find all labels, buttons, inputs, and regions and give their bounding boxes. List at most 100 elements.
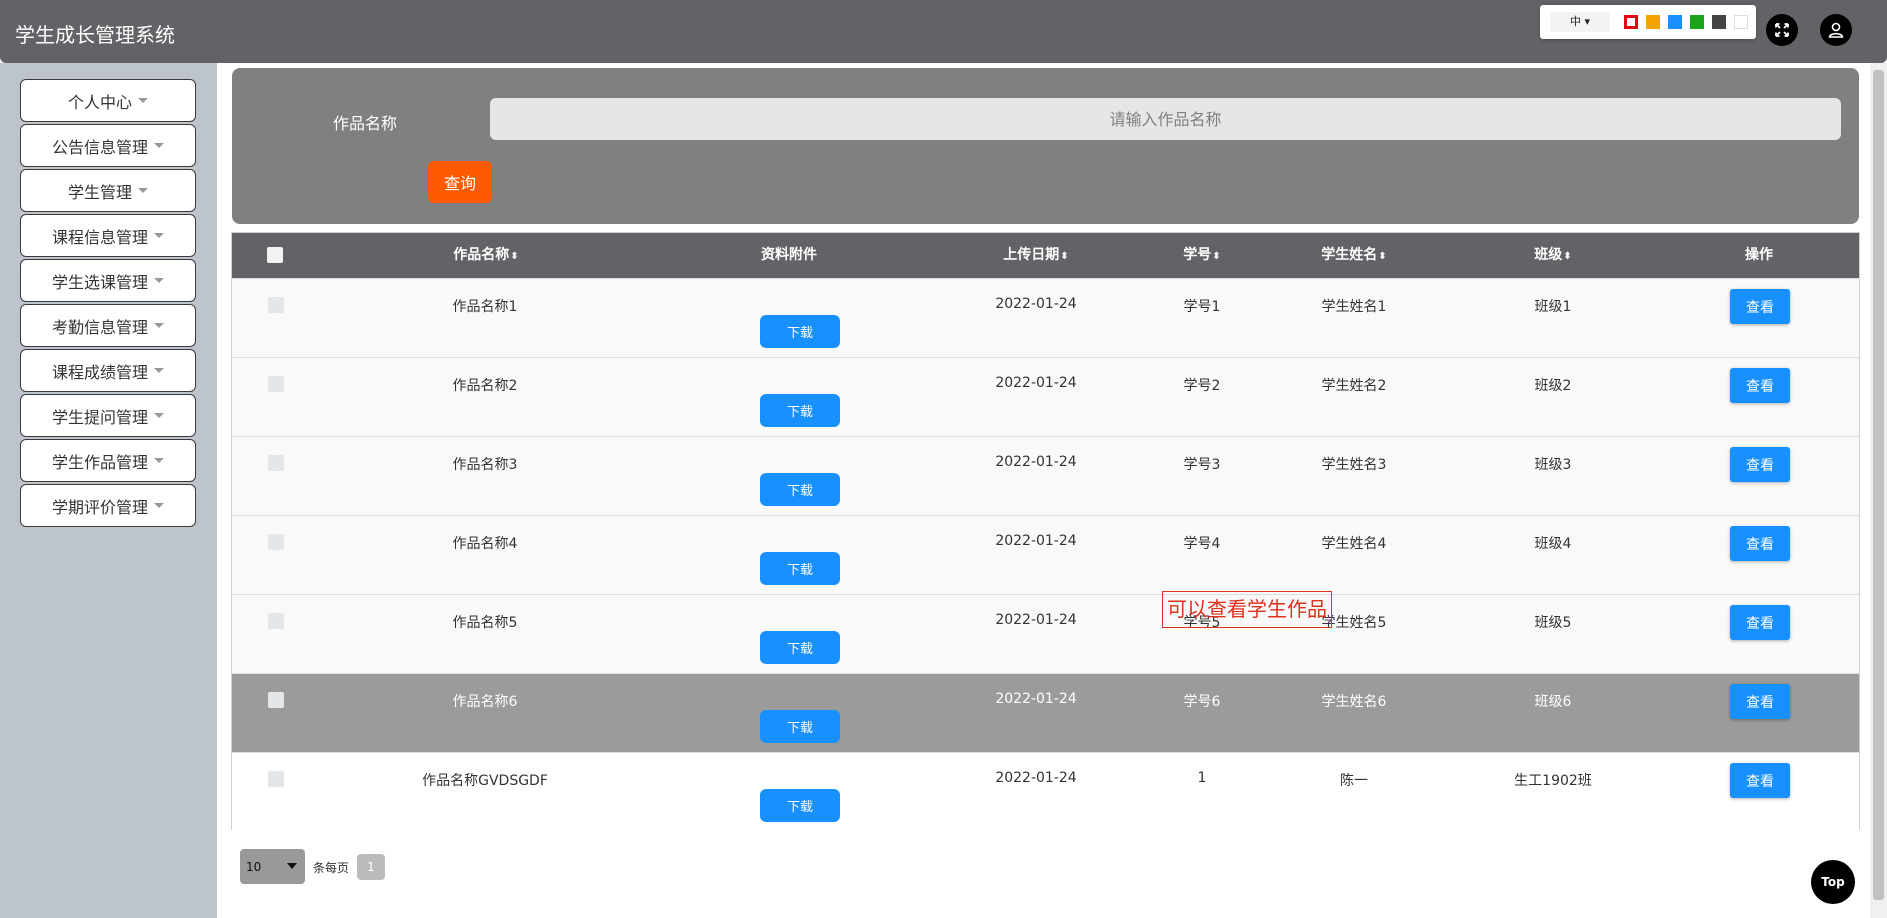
cell-work-name: 作品名称GVDSGDF	[422, 773, 548, 789]
column-header-name[interactable]: 作品名称⬍	[453, 233, 518, 278]
theme-swatch-green[interactable]	[1690, 15, 1704, 29]
view-button[interactable]: 查看	[1730, 368, 1790, 403]
cell-class: 班级6	[1534, 694, 1572, 710]
caret-down-icon	[154, 458, 164, 463]
fullscreen-button[interactable]	[1766, 14, 1798, 46]
download-button[interactable]: 下载	[760, 710, 840, 743]
column-header-label: 操作	[1745, 247, 1773, 263]
chevron-down-icon	[287, 863, 297, 869]
download-button[interactable]: 下载	[760, 394, 840, 427]
table-row: 作品名称5 下载 2022-01-24 学号5 学生姓名5 班级5 查看	[232, 594, 1859, 673]
caret-down-icon	[154, 143, 164, 148]
sidebar-item-student-works[interactable]: 学生作品管理	[20, 439, 196, 482]
caret-down-icon	[154, 278, 164, 283]
language-select[interactable]: 中 ▾	[1550, 12, 1610, 32]
column-header-label: 上传日期	[1003, 247, 1060, 263]
download-button[interactable]: 下载	[760, 552, 840, 585]
download-button[interactable]: 下载	[760, 631, 840, 664]
sidebar-item-label: 课程成绩管理	[51, 362, 148, 382]
table-row: 作品名称GVDSGDF 下载 2022-01-24 1 陈一 生工1902班 查…	[232, 752, 1859, 831]
sidebar-item-questions[interactable]: 学生提问管理	[20, 394, 196, 437]
table-row: 作品名称2 下载 2022-01-24 学号2 学生姓名2 班级2 查看	[232, 357, 1859, 436]
caret-down-icon	[154, 413, 164, 418]
cell-upload-date: 2022-01-24	[995, 612, 1077, 628]
sidebar-item-attendance[interactable]: 考勤信息管理	[20, 304, 196, 347]
caret-down-icon	[154, 323, 164, 328]
sort-icon: ⬍	[1563, 251, 1572, 262]
search-input[interactable]	[490, 98, 1841, 140]
theme-switcher: 中 ▾	[1540, 5, 1756, 39]
works-table: 作品名称⬍ 资料附件 上传日期⬍ 学号⬍ 学生姓名⬍ 班级⬍ 操作 作品名称1 …	[231, 232, 1860, 831]
page-number-button[interactable]: 1	[357, 854, 385, 880]
download-button[interactable]: 下载	[760, 315, 840, 348]
caret-down-icon	[154, 368, 164, 373]
sidebar-item-course-management[interactable]: 课程信息管理	[20, 214, 196, 257]
view-button[interactable]: 查看	[1730, 684, 1790, 719]
cell-upload-date: 2022-01-24	[995, 296, 1077, 312]
scrollbar-thumb[interactable]	[1873, 70, 1884, 900]
row-checkbox[interactable]	[268, 455, 284, 471]
sidebar-item-course-selection[interactable]: 学生选课管理	[20, 259, 196, 302]
view-button[interactable]: 查看	[1730, 289, 1790, 324]
sidebar-item-student-management[interactable]: 学生管理	[20, 169, 196, 212]
caret-down-icon	[154, 233, 164, 238]
column-header-class[interactable]: 班级⬍	[1534, 233, 1571, 278]
theme-swatch-blue[interactable]	[1668, 15, 1682, 29]
annotation-label: 可以查看学生作品	[1162, 591, 1332, 628]
download-button[interactable]: 下载	[760, 789, 840, 822]
top-header: 学生成长管理系统 中 ▾	[0, 0, 1887, 63]
cell-upload-date: 2022-01-24	[995, 454, 1077, 470]
sidebar-item-label: 学生管理	[67, 182, 132, 202]
view-button[interactable]: 查看	[1730, 605, 1790, 640]
sidebar-item-grades[interactable]: 课程成绩管理	[20, 349, 196, 392]
cell-upload-date: 2022-01-24	[995, 375, 1077, 391]
row-checkbox[interactable]	[268, 297, 284, 313]
cell-student-name: 学生姓名6	[1321, 694, 1387, 710]
back-to-top-button[interactable]: Top	[1811, 860, 1855, 904]
page-size-select[interactable]: 10	[240, 849, 305, 884]
sidebar-item-personal-center[interactable]: 个人中心	[20, 79, 196, 122]
table-row: 作品名称3 下载 2022-01-24 学号3 学生姓名3 班级3 查看	[232, 436, 1859, 515]
theme-swatch-red[interactable]	[1624, 15, 1638, 29]
view-button[interactable]: 查看	[1730, 763, 1790, 798]
page-size-value: 10	[246, 859, 262, 874]
row-checkbox[interactable]	[268, 692, 284, 708]
table-header: 作品名称⬍ 资料附件 上传日期⬍ 学号⬍ 学生姓名⬍ 班级⬍ 操作	[232, 233, 1859, 278]
user-button[interactable]	[1820, 14, 1852, 46]
row-checkbox[interactable]	[268, 376, 284, 392]
column-header-label: 学号	[1183, 247, 1212, 263]
column-header-student-name[interactable]: 学生姓名⬍	[1321, 233, 1386, 278]
query-button[interactable]: 查询	[428, 161, 492, 203]
sidebar-item-notice-management[interactable]: 公告信息管理	[20, 124, 196, 167]
cell-student-name: 学生姓名2	[1321, 378, 1387, 394]
row-checkbox[interactable]	[268, 534, 284, 550]
cell-student-name: 学生姓名1	[1321, 299, 1387, 315]
row-checkbox[interactable]	[268, 613, 284, 629]
column-header-upload-date[interactable]: 上传日期⬍	[1003, 233, 1068, 278]
cell-student-id: 学号2	[1183, 378, 1221, 394]
cell-upload-date: 2022-01-24	[995, 770, 1077, 786]
cell-work-name: 作品名称2	[452, 378, 518, 394]
view-button[interactable]: 查看	[1730, 526, 1790, 561]
sidebar-item-label: 学期评价管理	[51, 497, 148, 517]
theme-swatch-white[interactable]	[1734, 15, 1748, 29]
per-page-label: 条每页	[313, 861, 350, 875]
column-header-actions: 操作	[1745, 233, 1773, 278]
view-button[interactable]: 查看	[1730, 447, 1790, 482]
search-label: 作品名称	[333, 114, 398, 133]
row-checkbox[interactable]	[268, 771, 284, 787]
cell-class: 班级3	[1534, 457, 1572, 473]
sidebar-item-label: 课程信息管理	[51, 227, 148, 247]
cell-student-id: 学号6	[1183, 694, 1221, 710]
sidebar-item-term-evaluation[interactable]: 学期评价管理	[20, 484, 196, 527]
column-header-student-id[interactable]: 学号⬍	[1183, 233, 1220, 278]
cell-work-name: 作品名称5	[452, 615, 518, 631]
sidebar: 个人中心 公告信息管理 学生管理 课程信息管理 学生选课管理 考勤信息管理 课程…	[0, 63, 217, 918]
download-button[interactable]: 下载	[760, 473, 840, 506]
select-all-checkbox[interactable]	[267, 247, 283, 263]
theme-swatch-gray[interactable]	[1712, 15, 1726, 29]
sidebar-item-label: 个人中心	[67, 92, 132, 112]
cell-student-id: 学号4	[1183, 536, 1221, 552]
theme-swatch-orange[interactable]	[1646, 15, 1660, 29]
sort-icon: ⬍	[1212, 251, 1221, 262]
